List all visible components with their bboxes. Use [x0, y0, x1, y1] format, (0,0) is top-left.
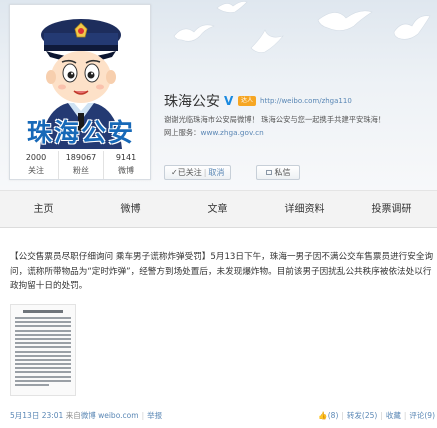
stat-followers-count: 189067 [65, 153, 97, 162]
repost-button[interactable]: 转发(25) [347, 411, 377, 420]
message-button[interactable]: 私信 [256, 165, 300, 180]
bio-service-label: 网上服务： [164, 128, 201, 137]
stat-followers[interactable]: 189067 粉丝 [59, 151, 104, 179]
follow-status-button[interactable]: ✓已关注 | 取消 [164, 165, 232, 180]
tab-votes[interactable]: 投票调研 [348, 191, 435, 227]
stat-posts-label: 微博 [118, 166, 134, 175]
tab-home[interactable]: 主页 [0, 191, 87, 227]
profile-bio: 谢谢光临珠海市公安局微博！ 珠海公安与您一起携手共建平安珠海！ 网上服务：www… [164, 113, 437, 139]
stat-following[interactable]: 2000 关注 [14, 151, 59, 179]
stat-posts[interactable]: 9141 微博 [104, 151, 148, 179]
envelope-icon [265, 170, 272, 175]
tab-details[interactable]: 详细资料 [261, 191, 348, 227]
tab-weibo[interactable]: 微博 [87, 191, 174, 227]
vip-badge[interactable]: 达人 [238, 96, 257, 106]
like-button[interactable]: 👍(8) [318, 411, 338, 420]
comment-button[interactable]: 评论(9) [409, 411, 435, 420]
favorite-button[interactable]: 收藏 [386, 411, 401, 420]
white-dove-icon [393, 15, 431, 40]
thumbs-up-icon: 👍 [318, 411, 328, 420]
white-dove-icon [173, 24, 215, 42]
stat-following-label: 关注 [28, 166, 44, 175]
post-image-thumbnail[interactable] [10, 304, 76, 396]
profile-url-link[interactable]: http://weibo.com/zhga110 [260, 97, 352, 105]
stat-followers-label: 粉丝 [73, 166, 89, 175]
post-source-label: 来自 [65, 411, 81, 420]
avatar-card: 珠海公安 2000 关注 189067 粉丝 9141 微博 [9, 4, 151, 180]
unfollow-link[interactable]: 取消 [208, 168, 224, 177]
bio-line-1: 谢谢光临珠海市公安局微博！ 珠海公安与您一起携手共建平安珠海！ [164, 115, 386, 124]
post-time[interactable]: 5月13日 23:01 [10, 411, 63, 420]
message-label: 私信 [274, 168, 291, 177]
follow-state-label: ✓已关注 [171, 168, 202, 177]
profile-tabs: 主页 微博 文章 详细资料 投票调研 [0, 190, 437, 228]
avatar-name: 珠海公安 [26, 118, 135, 147]
profile-name: 珠海公安 [164, 94, 220, 110]
profile-header: 珠海公安 V 达人 http://weibo.com/zhga110 [164, 91, 352, 111]
post-footer: 5月13日 23:01 来自微博 weibo.com | 举报 👍(8) | 转发(25… [10, 410, 435, 422]
bio-service-link[interactable]: www.zhga.gov.cn [200, 128, 263, 137]
white-dove-icon [317, 10, 373, 31]
bio-line-2: 网上服务：www.zhga.gov.cn [164, 126, 437, 139]
white-dove-icon [216, 1, 248, 13]
stat-posts-count: 9141 [115, 153, 137, 162]
stat-following-count: 2000 [25, 153, 47, 162]
police-cartoon-icon[interactable]: 珠海公安 [14, 9, 148, 149]
post-meta: 5月13日 23:01 来自微博 weibo.com | 举报 [10, 411, 163, 420]
profile-stats: 2000 关注 189067 粉丝 9141 微博 [14, 151, 148, 179]
post-actions: 👍(8) | 转发(25) | 收藏 | 评论(9) [318, 411, 435, 420]
tab-articles[interactable]: 文章 [174, 191, 261, 227]
verified-v-icon[interactable]: V [224, 95, 236, 107]
report-link[interactable]: 举报 [147, 411, 162, 420]
post-text: 【公交售票员尽职仔细询问 乘车男子谎称炸弹受罚】5月13日下午，珠海一男子因不满… [10, 252, 434, 291]
white-dove-icon [250, 29, 284, 53]
like-count: (8) [327, 411, 339, 420]
post-source-link[interactable]: 微博 weibo.com [81, 411, 139, 420]
